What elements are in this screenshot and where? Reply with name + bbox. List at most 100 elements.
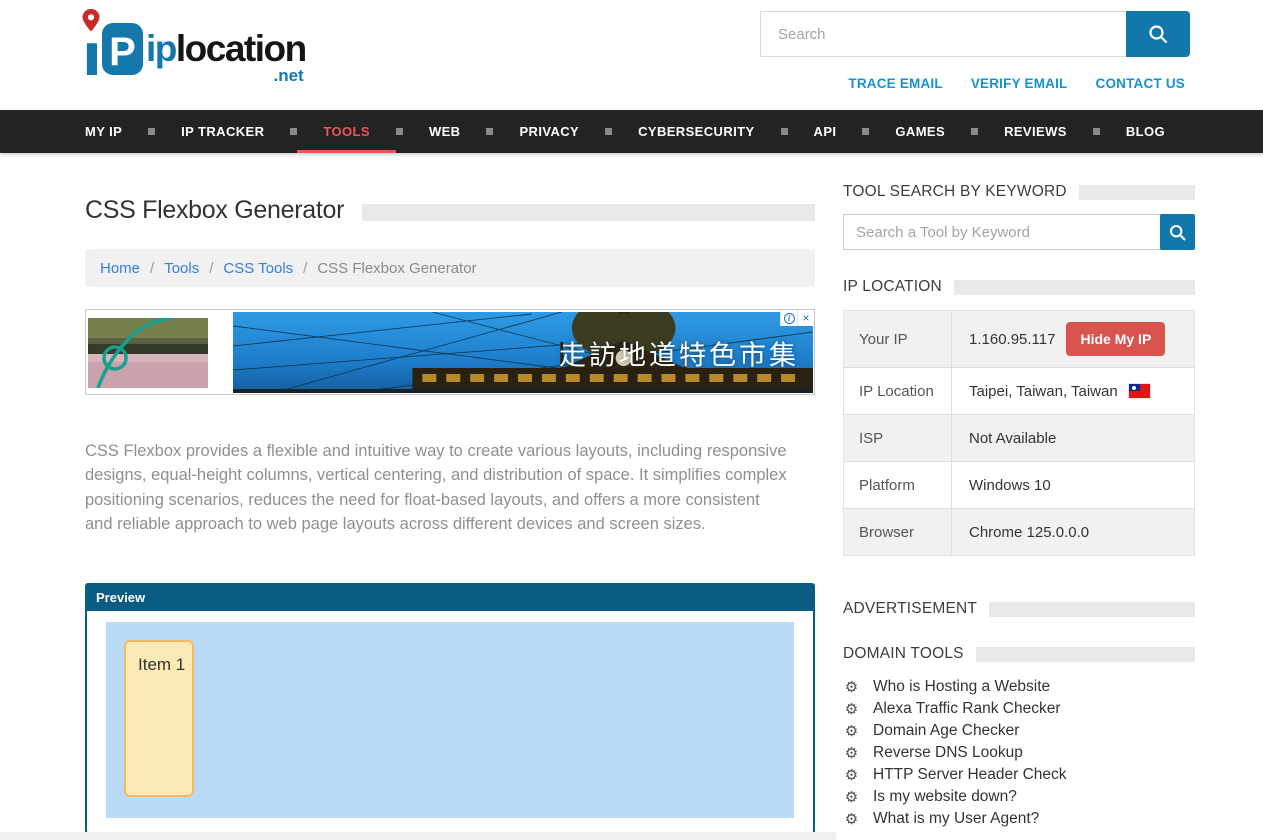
breadcrumb-separator: / [150, 260, 154, 277]
domain-tools-heading: DOMAIN TOOLS [843, 645, 1195, 663]
nav-separator-square [1093, 128, 1100, 135]
ad-banner[interactable]: 走訪地道特色市集 i × [85, 309, 815, 395]
nav-item-cybersecurity[interactable]: CYBERSECURITY [612, 110, 780, 153]
ad-image-left[interactable] [88, 318, 208, 388]
domain-tool-link-alexa-traffic-rank-checker[interactable]: Alexa Traffic Rank Checker [873, 700, 1061, 718]
page-title: CSS Flexbox Generator [85, 196, 344, 225]
ip-row-value-text: Not Available [969, 430, 1056, 447]
ip-row-label: ISP [844, 415, 952, 461]
logo-text-net: .net [274, 67, 304, 84]
header-search [760, 11, 1190, 57]
tool-search-input[interactable] [843, 214, 1161, 250]
main-content: CSS Flexbox Generator Home / Tools / CSS Too… [85, 193, 815, 834]
preview-panel: Preview Item 1 [85, 583, 815, 834]
gear-icon: ⚙ [843, 746, 860, 761]
tool-search-heading: TOOL SEARCH BY KEYWORD [843, 183, 1195, 201]
title-row: CSS Flexbox Generator [85, 193, 815, 227]
domain-tool-link-who-is-hosting-a-website[interactable]: Who is Hosting a Website [873, 678, 1050, 696]
gear-icon: ⚙ [843, 790, 860, 805]
header-search-button[interactable] [1126, 11, 1190, 57]
nav-separator-square [148, 128, 155, 135]
domain-tools-list: ⚙Who is Hosting a Website⚙Alexa Traffic … [843, 676, 1195, 830]
nav-item-games[interactable]: GAMES [869, 110, 971, 153]
preview-panel-header: Preview [87, 585, 813, 611]
ip-row-value-text: Taipei, Taiwan, Taiwan [969, 383, 1118, 400]
heading-decoration-bar [976, 647, 1195, 662]
nav-item-my-ip[interactable]: MY IP [85, 110, 148, 153]
nav-item-api[interactable]: API [788, 110, 863, 153]
page-bottom-strip [0, 832, 836, 840]
header-link-trace-email[interactable]: TRACE EMAIL [848, 76, 942, 91]
nav-item: GAMES [869, 110, 971, 153]
heading-decoration-bar [1079, 185, 1195, 200]
domain-tool-item: ⚙What is my User Agent? [843, 808, 1195, 830]
domain-tool-link-http-server-header-check[interactable]: HTTP Server Header Check [873, 766, 1067, 784]
nav-item-reviews[interactable]: REVIEWS [978, 110, 1093, 153]
breadcrumb-link-home[interactable]: Home [100, 260, 140, 277]
ip-table-row-your-ip: Your IP1.160.95.117Hide My IP [844, 311, 1194, 367]
ip-row-value: 1.160.95.117Hide My IP [952, 311, 1194, 367]
domain-tool-link-domain-age-checker[interactable]: Domain Age Checker [873, 722, 1019, 740]
preview-panel-body: Item 1 [87, 611, 813, 832]
domain-tool-link-is-my-website-down[interactable]: Is my website down? [873, 788, 1017, 806]
header-link-verify-email[interactable]: VERIFY EMAIL [971, 76, 1068, 91]
nav-item-web[interactable]: WEB [403, 110, 487, 153]
tool-search-button[interactable] [1160, 214, 1195, 250]
page: P ı iplocation .net TRACE EMAIL VERIFY EM… [0, 0, 1263, 840]
breadcrumb-link-css-tools[interactable]: CSS Tools [223, 260, 293, 277]
ip-row-label: Platform [844, 462, 952, 508]
nav-item: IP TRACKER [155, 110, 290, 153]
domain-tool-item: ⚙Who is Hosting a Website [843, 676, 1195, 698]
main-nav-list: MY IPIP TRACKERTOOLSWEBPRIVACYCYBERSECUR… [0, 110, 1263, 153]
domain-tool-link-what-is-my-user-agent[interactable]: What is my User Agent? [873, 810, 1039, 828]
nav-item-ip-tracker[interactable]: IP TRACKER [155, 110, 290, 153]
hide-my-ip-button[interactable]: Hide My IP [1066, 322, 1165, 356]
domain-tool-link-reverse-dns-lookup[interactable]: Reverse DNS Lookup [873, 744, 1023, 762]
title-decoration-bar [362, 204, 815, 221]
header-search-input[interactable] [760, 11, 1126, 57]
header-links: TRACE EMAIL VERIFY EMAIL CONTACT US [848, 76, 1185, 91]
ad-info-icon[interactable]: i [780, 310, 797, 326]
domain-tool-item: ⚙ Reverse DNS Lookup [843, 742, 1195, 764]
nav-separator-square [396, 128, 403, 135]
ad-image-right[interactable]: 走訪地道特色市集 [233, 312, 813, 393]
breadcrumb-link-tools[interactable]: Tools [164, 260, 199, 277]
nav-item: BLOG [1100, 110, 1191, 153]
sidebar: TOOL SEARCH BY KEYWORD IP LOCATION Your … [843, 183, 1195, 830]
nav-separator-square [605, 128, 612, 135]
gear-icon: ⚙ [843, 702, 860, 717]
advertisement-heading-label: ADVERTISEMENT [843, 600, 977, 618]
flex-item-1: Item 1 [124, 640, 194, 797]
search-icon [1168, 223, 1187, 242]
domain-tool-item: ⚙ Alexa Traffic Rank Checker [843, 698, 1195, 720]
ip-row-value: Chrome 125.0.0.0 [952, 509, 1194, 555]
breadcrumb-separator: / [209, 260, 213, 277]
ip-row-label: Your IP [844, 311, 952, 367]
nav-separator-square [971, 128, 978, 135]
logo-mark-icon: P ı [80, 6, 144, 82]
ip-row-label: Browser [844, 509, 952, 555]
nav-item-blog[interactable]: BLOG [1100, 110, 1191, 153]
tool-search [843, 214, 1195, 250]
nav-item-privacy[interactable]: PRIVACY [493, 110, 605, 153]
ip-row-value: Not Available [952, 415, 1194, 461]
nav-item-tools[interactable]: TOOLS [297, 110, 396, 153]
header-link-contact-us[interactable]: CONTACT US [1096, 76, 1186, 91]
gear-icon: ⚙ [843, 768, 860, 783]
ad-caption: 走訪地道特色市集 [559, 333, 799, 372]
advertisement-heading: ADVERTISEMENT [843, 600, 1195, 618]
nav-item: WEB [403, 110, 487, 153]
logo-text-ip: ip [146, 28, 176, 69]
ip-location-heading-label: IP LOCATION [843, 278, 942, 296]
nav-item: REVIEWS [978, 110, 1093, 153]
ad-close-icon[interactable]: × [797, 310, 814, 326]
ip-table-row-isp: ISP Not Available [844, 414, 1194, 461]
logo-text-location: location [176, 28, 306, 69]
domain-tool-item: ⚙ Is my website down? [843, 786, 1195, 808]
gear-icon: ⚙ [843, 724, 860, 739]
tool-search-heading-label: TOOL SEARCH BY KEYWORD [843, 183, 1067, 201]
ip-table-row-ip-location: IP LocationTaipei, Taiwan, Taiwan [844, 367, 1194, 414]
site-logo[interactable]: P ı iplocation .net [80, 6, 306, 82]
ip-row-value-text: Chrome 125.0.0.0 [969, 524, 1089, 541]
flag-canton [1129, 384, 1140, 391]
